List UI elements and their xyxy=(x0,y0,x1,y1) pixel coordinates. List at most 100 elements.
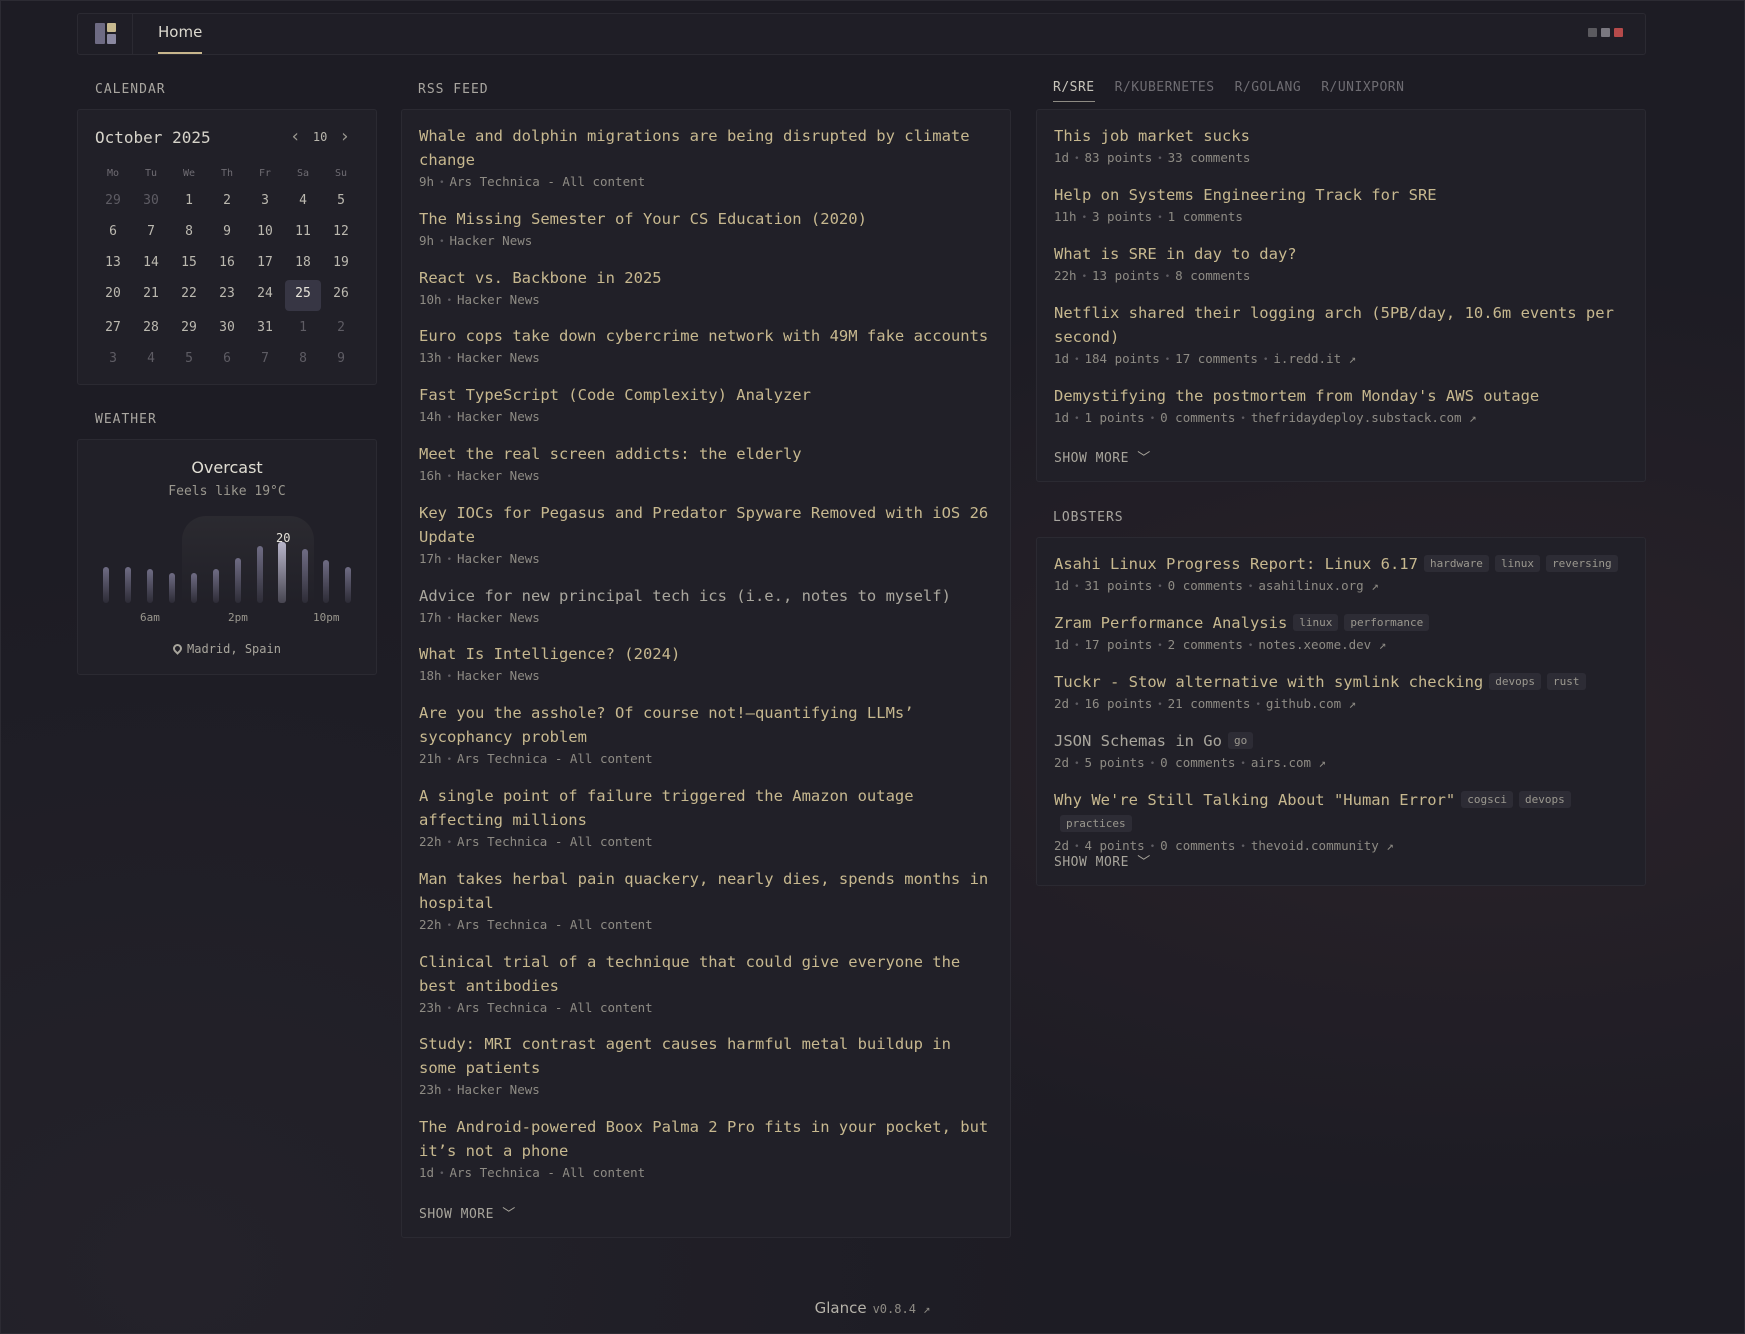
post-comments-link[interactable]: 21 comments xyxy=(1168,696,1251,711)
calendar-day[interactable]: 12 xyxy=(322,218,360,249)
post-tag[interactable]: practices xyxy=(1060,815,1132,832)
post-comments-link[interactable]: 8 comments xyxy=(1175,268,1250,283)
post-comments-link[interactable]: 1 comments xyxy=(1168,209,1243,224)
calendar-day[interactable]: 2 xyxy=(208,187,246,218)
rss-item-title-link[interactable]: Euro cops take down cybercrime network w… xyxy=(419,324,994,348)
theme-dot-red[interactable] xyxy=(1614,28,1623,37)
rss-item-title-link[interactable]: Study: MRI contrast agent causes harmful… xyxy=(419,1032,994,1080)
calendar-day[interactable]: 13 xyxy=(94,249,132,280)
rss-item-title-link[interactable]: A single point of failure triggered the … xyxy=(419,784,994,832)
chevron-right-icon[interactable]: › xyxy=(339,128,350,146)
post-comments-link[interactable]: 17 comments xyxy=(1175,351,1258,366)
post-comments-link[interactable]: 0 comments xyxy=(1168,578,1243,593)
post-tag[interactable]: linux xyxy=(1293,614,1339,631)
calendar-day[interactable]: 7 xyxy=(246,345,284,376)
post-tag[interactable]: devops xyxy=(1519,791,1571,808)
calendar-day[interactable]: 16 xyxy=(208,249,246,280)
calendar-day[interactable]: 28 xyxy=(132,314,170,345)
calendar-day[interactable]: 18 xyxy=(284,249,322,280)
post-tag[interactable]: performance xyxy=(1344,614,1430,631)
calendar-day[interactable]: 30 xyxy=(132,187,170,218)
reddit-post-title-link[interactable]: Netflix shared their logging arch (5PB/d… xyxy=(1054,301,1629,349)
footer-version-link[interactable]: v0.8.4 ↗ xyxy=(873,1302,931,1316)
rss-item-title-link[interactable]: Man takes herbal pain quackery, nearly d… xyxy=(419,867,994,915)
calendar-day[interactable]: 24 xyxy=(246,280,284,311)
post-tag[interactable]: linux xyxy=(1494,555,1541,572)
lobsters-post-title-link[interactable]: Zram Performance Analysis xyxy=(1054,614,1287,632)
calendar-day[interactable]: 3 xyxy=(246,187,284,218)
calendar-day[interactable]: 6 xyxy=(94,218,132,249)
lobsters-post-title-link[interactable]: Why We're Still Talking About "Human Err… xyxy=(1054,791,1455,809)
calendar-day[interactable]: 4 xyxy=(132,345,170,376)
rss-item-title-link[interactable]: Whale and dolphin migrations are being d… xyxy=(419,124,994,172)
post-tag[interactable]: go xyxy=(1227,732,1254,749)
rss-item-title-link[interactable]: Are you the asshole? Of course not!—quan… xyxy=(419,701,994,749)
rss-item-title-link[interactable]: Fast TypeScript (Code Complexity) Analyz… xyxy=(419,383,994,407)
calendar-day[interactable]: 23 xyxy=(208,280,246,311)
theme-dot-gray[interactable] xyxy=(1588,28,1597,37)
post-comments-link[interactable]: 0 comments xyxy=(1160,838,1235,853)
post-tag[interactable]: cogsci xyxy=(1461,791,1514,808)
nav-tab-home[interactable]: Home xyxy=(158,14,203,54)
lobsters-post-title-link[interactable]: JSON Schemas in Go xyxy=(1054,732,1222,750)
post-tag[interactable]: rust xyxy=(1547,673,1586,690)
lobsters-show-more-button[interactable]: SHOW MORE ﹀ xyxy=(1054,851,1151,870)
theme-dot-light[interactable] xyxy=(1601,28,1610,37)
calendar-day[interactable]: 3 xyxy=(94,345,132,376)
rss-item-title-link[interactable]: React vs. Backbone in 2025 xyxy=(419,266,994,290)
calendar-day[interactable]: 8 xyxy=(170,218,208,249)
post-domain-link[interactable]: asahilinux.org ↗ xyxy=(1258,578,1378,593)
calendar-day[interactable]: 14 xyxy=(132,249,170,280)
calendar-day[interactable]: 9 xyxy=(322,345,360,376)
calendar-day[interactable]: 7 xyxy=(132,218,170,249)
reddit-post-title-link[interactable]: Help on Systems Engineering Track for SR… xyxy=(1054,183,1629,207)
calendar-day[interactable]: 20 xyxy=(94,280,132,311)
calendar-day[interactable]: 15 xyxy=(170,249,208,280)
calendar-day[interactable]: 11 xyxy=(284,218,322,249)
post-comments-link[interactable]: 0 comments xyxy=(1160,755,1235,770)
calendar-day[interactable]: 1 xyxy=(170,187,208,218)
calendar-day-today[interactable]: 25 xyxy=(285,280,321,311)
post-tag[interactable]: devops xyxy=(1489,673,1542,690)
calendar-day[interactable]: 26 xyxy=(322,280,360,311)
calendar-day[interactable]: 6 xyxy=(208,345,246,376)
post-comments-link[interactable]: 0 comments xyxy=(1160,410,1235,425)
reddit-show-more-button[interactable]: SHOW MORE ﹀ xyxy=(1054,447,1151,466)
calendar-day[interactable]: 17 xyxy=(246,249,284,280)
post-domain-link[interactable]: thevoid.community ↗ xyxy=(1251,838,1394,853)
theme-switcher[interactable] xyxy=(1588,28,1623,37)
tab-r-unixporn[interactable]: R/UNIXPORN xyxy=(1321,80,1404,102)
reddit-post-title-link[interactable]: What is SRE in day to day? xyxy=(1054,242,1629,266)
calendar-day[interactable]: 4 xyxy=(284,187,322,218)
calendar-day[interactable]: 5 xyxy=(322,187,360,218)
calendar-day[interactable]: 29 xyxy=(170,314,208,345)
rss-item-title-link[interactable]: Advice for new principal tech ics (i.e.,… xyxy=(419,584,994,608)
calendar-day[interactable]: 31 xyxy=(246,314,284,345)
rss-show-more-button[interactable]: SHOW MORE ﹀ xyxy=(419,1203,516,1222)
reddit-post-title-link[interactable]: Demystifying the postmortem from Monday'… xyxy=(1054,384,1629,408)
chevron-left-icon[interactable]: ‹ xyxy=(290,128,301,146)
post-domain-link[interactable]: airs.com ↗ xyxy=(1251,755,1326,770)
calendar-day[interactable]: 9 xyxy=(208,218,246,249)
post-domain-link[interactable]: i.redd.it ↗ xyxy=(1273,351,1356,366)
post-tag[interactable]: hardware xyxy=(1423,555,1489,572)
post-comments-link[interactable]: 2 comments xyxy=(1168,637,1243,652)
post-domain-link[interactable]: github.com ↗ xyxy=(1266,696,1356,711)
tab-r-golang[interactable]: R/GOLANG xyxy=(1235,80,1302,102)
tab-r-sre[interactable]: R/SRE xyxy=(1053,80,1095,102)
rss-item-title-link[interactable]: The Missing Semester of Your CS Educatio… xyxy=(419,207,994,231)
tab-r-kubernetes[interactable]: R/KUBERNETES xyxy=(1115,80,1215,102)
calendar-day[interactable]: 10 xyxy=(246,218,284,249)
rss-item-title-link[interactable]: Meet the real screen addicts: the elderl… xyxy=(419,442,994,466)
post-domain-link[interactable]: thefridaydeploy.substack.com ↗ xyxy=(1251,410,1477,425)
reddit-post-title-link[interactable]: This job market sucks xyxy=(1054,124,1629,148)
calendar-day[interactable]: 19 xyxy=(322,249,360,280)
glance-logo-icon[interactable] xyxy=(95,23,117,45)
calendar-day[interactable]: 2 xyxy=(322,314,360,345)
rss-item-title-link[interactable]: Clinical trial of a technique that could… xyxy=(419,950,994,998)
calendar-day[interactable]: 27 xyxy=(94,314,132,345)
lobsters-post-title-link[interactable]: Asahi Linux Progress Report: Linux 6.17 xyxy=(1054,555,1418,573)
calendar-day[interactable]: 5 xyxy=(170,345,208,376)
calendar-day[interactable]: 8 xyxy=(284,345,322,376)
rss-item-title-link[interactable]: Key IOCs for Pegasus and Predator Spywar… xyxy=(419,501,994,549)
